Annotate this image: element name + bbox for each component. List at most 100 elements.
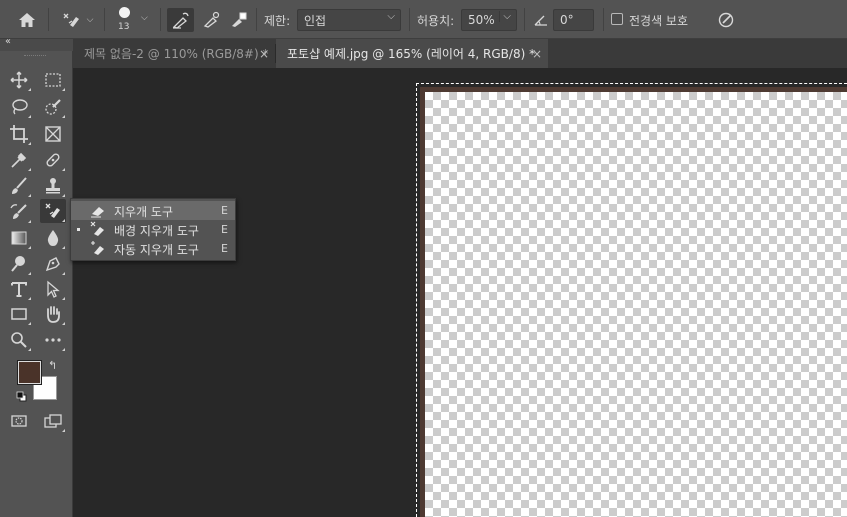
flyout-item-label: 지우개 도구 — [114, 205, 174, 219]
flyout-item-label: 배경 지우개 도구 — [114, 224, 199, 238]
protect-foreground-label: 전경색 보호 — [629, 13, 689, 28]
screen-mode-button[interactable] — [40, 409, 66, 433]
tool-preset-picker[interactable]: ⌵ — [56, 8, 98, 32]
chevron-down-icon: ⌵ — [499, 11, 511, 22]
swap-colors-icon[interactable]: ↰ — [48, 359, 57, 372]
type-icon — [11, 282, 27, 297]
collapse-panel-button[interactable]: ‹‹ — [5, 36, 11, 47]
tab-title: 포토샵 예제.jpg @ 165% (레이어 4, RGB/8) * — [287, 47, 536, 61]
tab-title: 제목 없음-2 @ 110% (RGB/8#) * — [84, 47, 269, 61]
path-select-icon — [47, 280, 60, 298]
blur-icon — [47, 230, 59, 246]
tolerance-value: 50% — [468, 13, 495, 27]
sampling-once-icon — [203, 11, 219, 28]
home-button[interactable] — [14, 8, 40, 32]
rectangle-tool[interactable] — [6, 302, 32, 326]
marquee-icon — [45, 73, 61, 87]
clone-stamp-tool[interactable] — [40, 174, 66, 198]
chevron-down-icon: ⌵ — [86, 15, 94, 25]
move-tool[interactable] — [6, 68, 32, 92]
crop-icon — [10, 125, 28, 143]
gradient-icon — [11, 231, 27, 245]
flyout-item-background-eraser[interactable]: 배경 지우개 도구 E — [71, 220, 235, 239]
chevron-down-icon: ⌵ — [141, 13, 148, 23]
flyout-item-magic-eraser[interactable]: 자동 지우개 도구 E — [71, 239, 235, 258]
screen-mode-icon — [44, 414, 62, 428]
blur-tool[interactable] — [40, 226, 66, 250]
brush-size-picker[interactable]: 13 ⌵ — [112, 4, 154, 36]
eraser-tool[interactable] — [40, 199, 66, 223]
type-tool[interactable] — [6, 277, 32, 301]
history-brush-icon — [10, 204, 27, 219]
current-tool-marker — [77, 228, 80, 231]
frame-tool[interactable] — [40, 122, 66, 146]
lasso-icon — [12, 99, 28, 115]
quick-select-icon — [45, 99, 61, 115]
selection-marquee — [416, 83, 847, 517]
marquee-tool[interactable] — [40, 68, 66, 92]
tolerance-input[interactable]: 50% ⌵ — [461, 9, 517, 31]
lasso-tool[interactable] — [6, 95, 32, 119]
quick-mask-icon — [11, 415, 27, 427]
path-select-tool[interactable] — [40, 277, 66, 301]
brush-tool[interactable] — [6, 174, 32, 198]
limit-select[interactable]: 인접 ⌵ — [297, 9, 401, 31]
healing-brush-icon — [46, 153, 60, 167]
sampling-continuous-button[interactable] — [167, 8, 194, 32]
pen-icon — [45, 257, 60, 272]
document-tab-active[interactable]: 포토샵 예제.jpg @ 165% (레이어 4, RGB/8) * × — [276, 39, 548, 68]
document-tab[interactable]: 제목 없음-2 @ 110% (RGB/8#) * × — [73, 39, 275, 68]
history-brush-tool[interactable] — [6, 200, 32, 224]
frame-icon — [45, 126, 61, 142]
default-colors-icon[interactable] — [16, 391, 27, 402]
eyedropper-icon — [11, 152, 27, 168]
angle-icon — [532, 11, 550, 29]
protect-foreground-checkbox[interactable] — [611, 13, 623, 25]
gradient-tool[interactable] — [6, 226, 32, 250]
quick-select-tool[interactable] — [40, 95, 66, 119]
dodge-tool[interactable] — [6, 252, 32, 276]
eraser-tools-flyout: 지우개 도구 E 배경 지우개 도구 E 자동 지우개 도구 E — [70, 198, 236, 261]
eraser-icon — [91, 207, 104, 218]
dodge-icon — [11, 256, 25, 272]
more-tools-button[interactable] — [40, 328, 66, 352]
limit-label: 제한: — [264, 13, 291, 28]
sampling-background-swatch-button[interactable] — [224, 8, 251, 32]
background-eraser-icon — [45, 203, 60, 218]
pen-tool[interactable] — [40, 252, 66, 276]
shortcut-key: E — [221, 204, 228, 217]
brush-icon — [12, 177, 27, 194]
healing-brush-tool[interactable] — [40, 148, 66, 172]
zoom-tool[interactable] — [6, 328, 32, 352]
hand-tool[interactable] — [40, 302, 66, 326]
tolerance-label: 허용치: — [417, 13, 455, 28]
close-icon[interactable]: × — [259, 47, 269, 61]
tools-panel: ‹‹ ↰ — [0, 36, 73, 517]
pressure-icon — [718, 12, 734, 28]
angle-value: 0° — [560, 13, 574, 27]
background-eraser-icon — [63, 13, 79, 27]
foreground-color-swatch[interactable] — [17, 360, 42, 385]
tools-panel-header: ‹‹ — [0, 36, 73, 51]
panel-grip[interactable] — [24, 55, 46, 57]
angle-input[interactable]: 0° — [553, 9, 594, 31]
rectangle-icon — [11, 308, 27, 320]
crop-tool[interactable] — [6, 122, 32, 146]
sampling-swatch-icon — [231, 12, 246, 27]
hand-icon — [47, 306, 60, 323]
more-tools-icon — [45, 338, 61, 342]
eyedropper-tool[interactable] — [6, 148, 32, 172]
canvas-workspace[interactable] — [73, 68, 847, 517]
close-icon[interactable]: × — [532, 47, 542, 61]
move-icon — [10, 71, 28, 89]
sampling-continuous-icon — [172, 12, 189, 29]
document-tab-bar: 제목 없음-2 @ 110% (RGB/8#) * × 포토샵 예제.jpg @… — [73, 39, 847, 68]
flyout-item-eraser[interactable]: 지우개 도구 E — [71, 201, 235, 220]
pressure-size-button[interactable] — [713, 8, 739, 32]
chevron-down-icon: ⌵ — [387, 11, 395, 22]
brush-tip-icon — [119, 7, 130, 18]
quick-mask-button[interactable] — [6, 409, 32, 433]
sampling-once-button[interactable] — [197, 8, 224, 32]
limit-value: 인접 — [304, 13, 327, 28]
zoom-icon — [11, 332, 27, 348]
